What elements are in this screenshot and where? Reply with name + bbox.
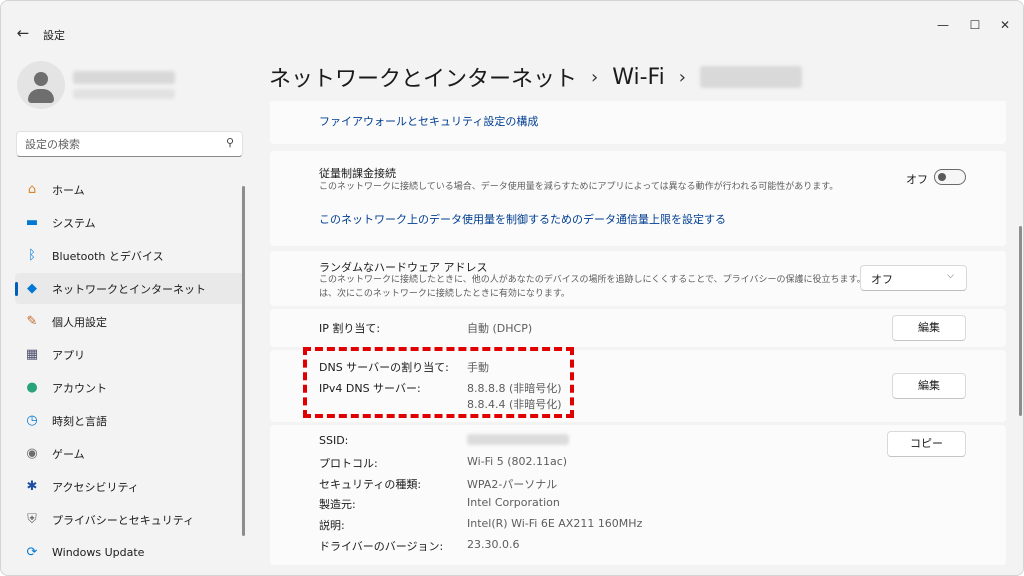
close-icon[interactable]: ✕ bbox=[991, 15, 1019, 35]
chevron-right-icon: › bbox=[591, 66, 599, 88]
avatar[interactable] bbox=[17, 61, 65, 109]
dns-highlight-box bbox=[303, 347, 574, 418]
avatar-head bbox=[34, 72, 48, 86]
minimize-icon[interactable]: — bbox=[929, 15, 957, 35]
properties-card: SSID: プロトコル: Wi-Fi 5 (802.11ac) セキュリティの種類: W… bbox=[270, 425, 1006, 565]
breadcrumb-wifi[interactable]: Wi-Fi bbox=[612, 65, 665, 90]
sidebar-scrollbar[interactable] bbox=[242, 186, 245, 536]
wifi-icon: ◆ bbox=[27, 281, 37, 296]
avatar-body bbox=[28, 89, 54, 103]
sidebar-item-11[interactable]: ⟳ Windows Update bbox=[15, 537, 245, 568]
app-title: 設定 bbox=[43, 29, 65, 42]
back-arrow-icon[interactable]: ← bbox=[13, 23, 33, 43]
chevron-right-icon: › bbox=[678, 66, 686, 88]
search-icon[interactable]: ⚲ bbox=[226, 136, 234, 149]
shield-icon: ⛨ bbox=[27, 512, 37, 527]
gamepad-icon: ◉ bbox=[26, 446, 38, 461]
sidebar-item-label: プライバシーとセキュリティ bbox=[52, 513, 195, 527]
bluetooth-icon: ᛒ bbox=[28, 248, 36, 263]
search-input[interactable] bbox=[25, 136, 215, 153]
sidebar-item-label: 時刻と言語 bbox=[52, 414, 107, 428]
property-label: 説明: bbox=[319, 519, 345, 533]
account-icon: ● bbox=[26, 380, 38, 395]
random-hw-card: ランダムなハードウェア アドレス このネットワークに接続したときに、他の人があな… bbox=[270, 251, 1006, 306]
property-label: ドライバーのバージョン: bbox=[319, 540, 444, 553]
sidebar-item-5[interactable]: ▦ アプリ bbox=[15, 339, 245, 370]
maximize-icon[interactable]: ☐ bbox=[961, 15, 989, 35]
sidebar-item-label: ゲーム bbox=[52, 447, 85, 461]
settings-window: ← 設定 — ☐ ✕ ⚲ ⌂ ホーム ▬ システム ᛒ Bluetooth とデバイス ◆ ネ… bbox=[0, 0, 1024, 576]
property-label: SSID: bbox=[319, 434, 349, 447]
system-icon: ▬ bbox=[25, 215, 39, 230]
title-bar: ← 設定 — ☐ ✕ bbox=[1, 1, 1023, 45]
random-hw-dropdown-value: オフ bbox=[871, 273, 893, 286]
clock-globe-icon: ◷ bbox=[26, 413, 38, 428]
redacted-account bbox=[73, 89, 175, 99]
property-value: WPA2-パーソナル bbox=[467, 477, 558, 491]
ip-card: IP 割り当て: 自動 (DHCP) 編集 bbox=[270, 309, 1006, 347]
data-limit-link[interactable]: このネットワーク上のデータ使用量を制御するためのデータ通信量上限を設定する bbox=[319, 211, 726, 227]
update-icon: ⟳ bbox=[26, 545, 38, 560]
redacted-ssid bbox=[467, 434, 569, 445]
redacted-network-name bbox=[699, 66, 802, 88]
sidebar-item-7[interactable]: ◷ 時刻と言語 bbox=[15, 405, 245, 436]
metered-card: 従量制課金接続 このネットワークに接続している場合、データ使用量を減らすためにア… bbox=[270, 151, 1006, 246]
metered-state: オフ bbox=[906, 173, 928, 186]
apps-icon: ▦ bbox=[25, 347, 39, 362]
sidebar-item-10[interactable]: ⛨ プライバシーとセキュリティ bbox=[15, 504, 245, 535]
property-value: Wi-Fi 5 (802.11ac) bbox=[467, 454, 568, 468]
sidebar-item-label: ネットワークとインターネット bbox=[52, 282, 206, 296]
metered-toggle[interactable] bbox=[934, 169, 966, 185]
sidebar-item-2[interactable]: ᛒ Bluetooth とデバイス bbox=[15, 240, 245, 271]
chevron-down-icon: ⌵ bbox=[947, 271, 954, 281]
breadcrumb: ネットワークとインターネット › Wi-Fi › bbox=[269, 61, 802, 93]
sidebar-item-label: アクセシビリティ bbox=[52, 480, 139, 494]
sidebar-item-label: アプリ bbox=[52, 348, 85, 362]
random-hw-desc-1: このネットワークに接続したときに、他の人があなたのデバイスの場所を追跡しにくくす… bbox=[319, 275, 902, 285]
random-hw-desc-2: は、次にこのネットワークに接続したときに有効になります。 bbox=[319, 289, 570, 299]
content-scrollbar[interactable] bbox=[1019, 226, 1022, 416]
sidebar-item-label: システム bbox=[52, 216, 96, 230]
breadcrumb-network[interactable]: ネットワークとインターネット bbox=[269, 61, 577, 93]
property-label: セキュリティの種類: bbox=[319, 477, 422, 491]
property-value: Intel(R) Wi-Fi 6E AX211 160MHz bbox=[467, 517, 643, 531]
sidebar-item-3[interactable]: ◆ ネットワークとインターネット bbox=[15, 273, 245, 304]
toggle-knob bbox=[938, 173, 946, 181]
firewall-card: ファイアウォールとセキュリティ設定の構成 bbox=[270, 101, 1006, 144]
firewall-link[interactable]: ファイアウォールとセキュリティ設定の構成 bbox=[319, 113, 538, 129]
sidebar-item-label: ホーム bbox=[52, 183, 85, 197]
accessibility-icon: ✱ bbox=[26, 479, 38, 494]
redacted-username bbox=[73, 71, 175, 84]
ip-edit-button[interactable]: 編集 bbox=[892, 315, 966, 341]
metered-title: 従量制課金接続 bbox=[319, 167, 396, 180]
sidebar-item-0[interactable]: ⌂ ホーム bbox=[15, 174, 245, 205]
sidebar-item-label: 個人用設定 bbox=[52, 315, 107, 329]
sidebar-item-1[interactable]: ▬ システム bbox=[15, 207, 245, 238]
property-value: Intel Corporation bbox=[467, 496, 560, 510]
brush-icon: ✎ bbox=[26, 314, 38, 329]
sidebar-item-6[interactable]: ● アカウント bbox=[15, 372, 245, 403]
home-icon: ⌂ bbox=[27, 182, 37, 197]
property-label: プロトコル: bbox=[319, 456, 378, 470]
ip-label: IP 割り当て: bbox=[319, 322, 381, 335]
sidebar-item-label: Bluetooth とデバイス bbox=[52, 249, 164, 263]
ip-value: 自動 (DHCP) bbox=[467, 322, 533, 335]
random-hw-dropdown[interactable]: オフ ⌵ bbox=[860, 265, 967, 291]
dns-edit-button[interactable]: 編集 bbox=[892, 373, 966, 399]
metered-desc: このネットワークに接続している場合、データ使用量を減らすためにアプリによっては異… bbox=[319, 182, 839, 192]
sidebar-item-9[interactable]: ✱ アクセシビリティ bbox=[15, 471, 245, 502]
sidebar-nav: ⌂ ホーム ▬ システム ᛒ Bluetooth とデバイス ◆ ネットワークとインターネット… bbox=[15, 174, 245, 570]
property-label: 製造元: bbox=[319, 498, 356, 512]
sidebar-item-8[interactable]: ◉ ゲーム bbox=[15, 438, 245, 469]
sidebar-item-label: アカウント bbox=[52, 381, 107, 395]
sidebar-item-4[interactable]: ✎ 個人用設定 bbox=[15, 306, 245, 337]
property-value: 23.30.0.6 bbox=[467, 538, 520, 551]
sidebar-item-label: Windows Update bbox=[52, 546, 145, 559]
search-box[interactable]: ⚲ bbox=[16, 131, 243, 157]
copy-button[interactable]: コピー bbox=[887, 431, 966, 457]
